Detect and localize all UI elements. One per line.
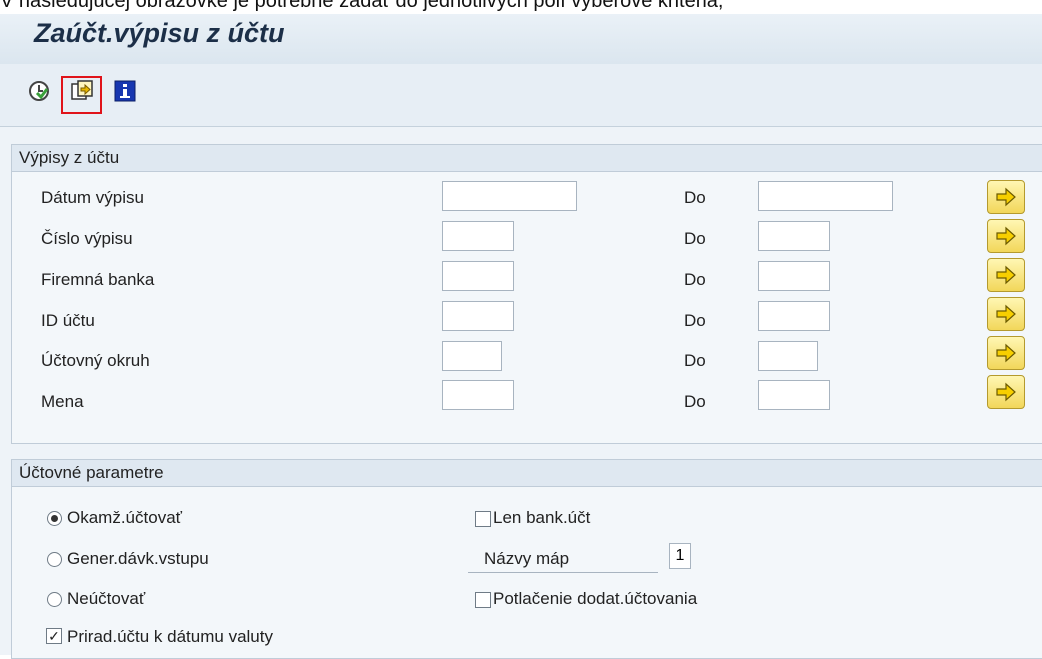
- radio-generate-batch-input[interactable]: [47, 552, 62, 567]
- multiple-selection-button[interactable]: [987, 297, 1025, 331]
- multiple-selection-button[interactable]: [987, 336, 1025, 370]
- checkbox-label: Potlačenie dodat.účtovania: [493, 589, 698, 608]
- to-label: Do: [684, 351, 706, 370]
- cropped-heading-text: V nasledujúcej obrazovke je potrebné zad…: [0, 0, 724, 12]
- application-toolbar: [0, 64, 1042, 127]
- to-label: Do: [684, 392, 706, 411]
- multiple-selection-button[interactable]: [987, 180, 1025, 214]
- from-field[interactable]: [442, 301, 514, 331]
- row-label: Číslo výpisu: [41, 229, 133, 248]
- execute-icon[interactable]: [27, 79, 51, 103]
- to-label: Do: [684, 188, 706, 207]
- from-field[interactable]: [442, 181, 577, 211]
- row-label: Firemná banka: [41, 270, 155, 289]
- checkbox-bank-accounts-only[interactable]: [475, 511, 491, 527]
- radio-label: Okamž.účtovať: [67, 508, 183, 527]
- to-field[interactable]: [758, 380, 830, 410]
- arrow-right-icon: [996, 343, 1016, 363]
- checkbox-label: Prirad.účtu k dátumu valuty: [67, 627, 273, 646]
- checkbox-suppress-subsequent-posting[interactable]: [475, 592, 491, 608]
- to-field[interactable]: [758, 181, 893, 211]
- map-names-field[interactable]: 1: [669, 543, 691, 569]
- statements-group-title: Výpisy z účtu: [12, 145, 1042, 172]
- row-label: Dátum výpisu: [41, 188, 144, 207]
- arrow-right-icon: [996, 187, 1016, 207]
- to-label: Do: [684, 311, 706, 330]
- multiple-selection-button[interactable]: [987, 375, 1025, 409]
- checkbox-label: Len bank.účt: [493, 508, 591, 527]
- from-field[interactable]: [442, 341, 502, 371]
- arrow-right-icon: [996, 382, 1016, 402]
- radio-label: Neúčtovať: [67, 589, 146, 608]
- page-title: Zaúčt.výpisu z účtu: [34, 18, 285, 48]
- radio-selected-dot: [51, 515, 58, 522]
- multiple-selection-button[interactable]: [987, 219, 1025, 253]
- arrow-right-icon: [996, 226, 1016, 246]
- checkbox-assign-value-date[interactable]: ✓: [46, 628, 62, 644]
- info-icon[interactable]: [113, 79, 137, 103]
- arrow-right-icon: [996, 265, 1016, 285]
- from-field[interactable]: [442, 221, 514, 251]
- row-label: ID účtu: [41, 311, 95, 330]
- highlight-box: [61, 76, 102, 114]
- posting-group-title: Účtovné parametre: [12, 460, 1042, 487]
- from-field[interactable]: [442, 380, 514, 410]
- radio-post-immediately[interactable]: [47, 511, 62, 526]
- from-field[interactable]: [442, 261, 514, 291]
- to-field[interactable]: [758, 341, 818, 371]
- arrow-right-icon: [996, 304, 1016, 324]
- radio-do-not-post[interactable]: [47, 592, 62, 607]
- to-field[interactable]: [758, 221, 830, 251]
- to-field[interactable]: [758, 261, 830, 291]
- row-label: Účtovný okruh: [41, 351, 150, 370]
- row-label: Mena: [41, 392, 84, 411]
- to-field[interactable]: [758, 301, 830, 331]
- map-names-label: Názvy máp: [484, 549, 570, 568]
- title-bar: Zaúčt.výpisu z účtu: [0, 14, 1042, 64]
- radio-label: Gener.dávk.vstupu: [67, 549, 209, 568]
- to-label: Do: [684, 229, 706, 248]
- map-names-underline: Názvy máp: [468, 549, 658, 573]
- to-label: Do: [684, 270, 706, 289]
- multiple-selection-button[interactable]: [987, 258, 1025, 292]
